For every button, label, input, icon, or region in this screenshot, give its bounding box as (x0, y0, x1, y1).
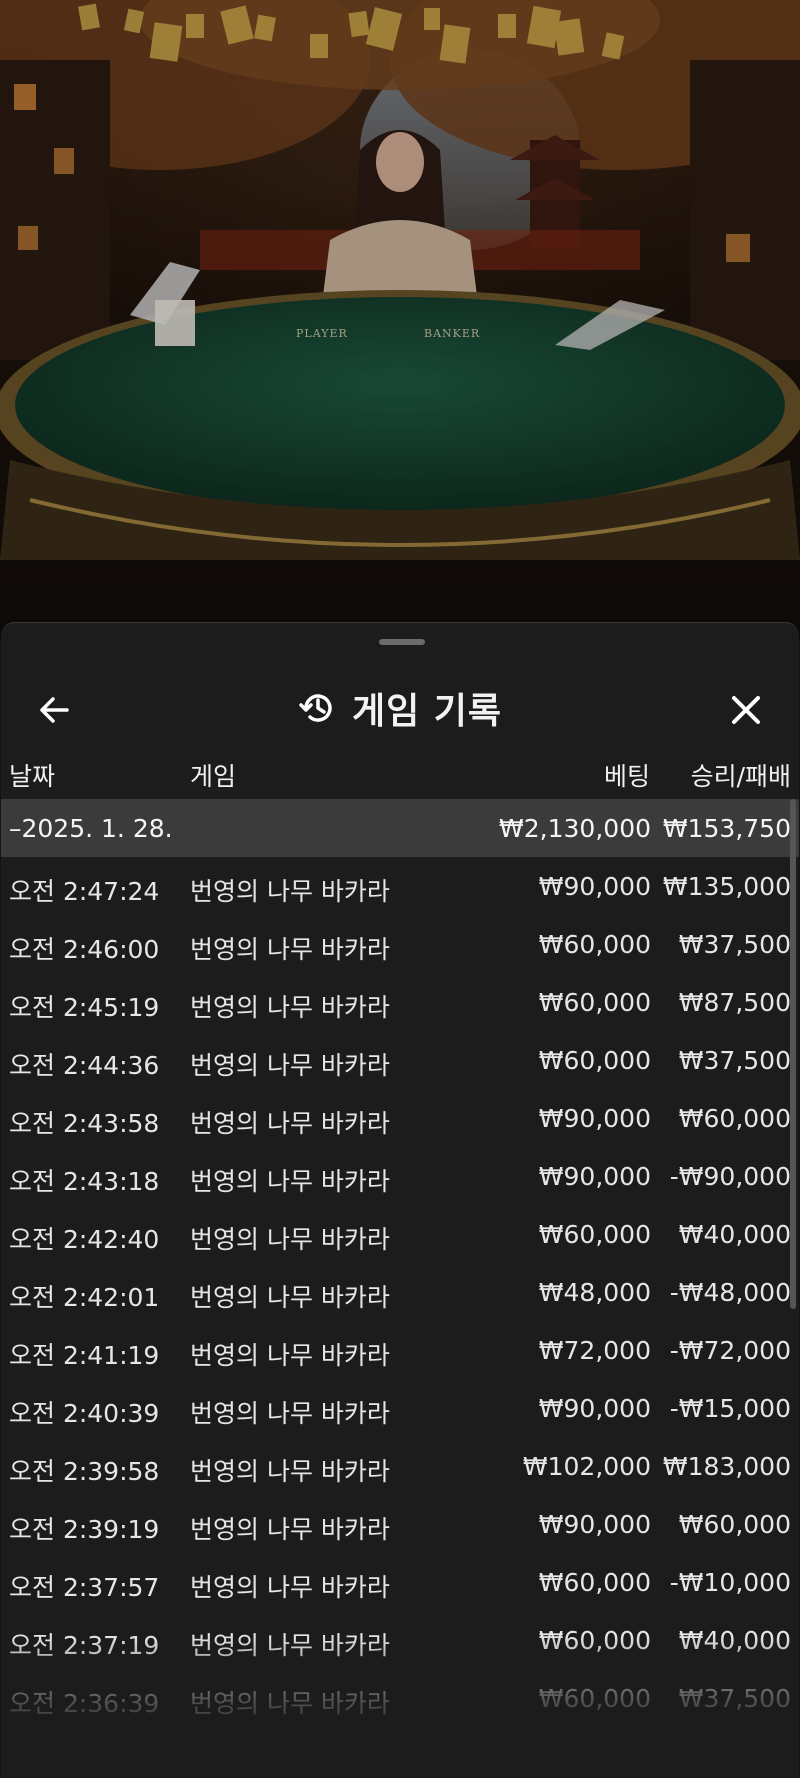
table-row[interactable]: 오전 2:42:01 번영의 나무 바카라 ₩48,000 -₩48,000 (1, 1263, 799, 1321)
row-result: ₩60,000 (678, 1104, 791, 1133)
row-result: ₩60,000 (678, 1510, 791, 1539)
row-bet: ₩48,000 (538, 1278, 651, 1307)
date-summary-row[interactable]: –2025. 1. 28. ₩2,130,000 ₩153,750 (1, 799, 799, 857)
table-row[interactable]: 오전 2:40:39 번영의 나무 바카라 ₩90,000 -₩15,000 (1, 1379, 799, 1437)
row-result: ₩37,500 (678, 1684, 791, 1713)
row-date: 오전 2:47:24 (9, 877, 160, 906)
row-result: -₩48,000 (669, 1278, 791, 1307)
row-game: 번영의 나무 바카라 (190, 1225, 390, 1254)
row-date: 오전 2:40:39 (9, 1399, 160, 1428)
row-result: -₩72,000 (669, 1336, 791, 1365)
row-game: 번영의 나무 바카라 (190, 993, 390, 1022)
row-bet: ₩60,000 (538, 1684, 651, 1713)
scrollbar[interactable] (790, 799, 796, 1309)
row-game: 번영의 나무 바카라 (190, 1283, 390, 1312)
table-row[interactable]: 오전 2:42:40 번영의 나무 바카라 ₩60,000 ₩40,000 (1, 1205, 799, 1263)
sheet-drag-handle[interactable] (379, 639, 425, 645)
row-date: 오전 2:43:18 (9, 1167, 160, 1196)
live-video-stream[interactable]: PLAYER BANKER (0, 0, 800, 640)
summary-bet: ₩2,130,000 (499, 814, 651, 843)
row-bet: ₩90,000 (538, 1104, 651, 1133)
game-history-sheet: 게임 기록 날짜 게임 베팅 승리/패배 –2025. 1. 28. ₩2,13… (1, 622, 799, 1778)
row-date: 오전 2:41:19 (9, 1341, 160, 1370)
row-game: 번영의 나무 바카라 (190, 1515, 390, 1544)
row-date: 오전 2:39:58 (9, 1457, 160, 1486)
row-date: 오전 2:42:40 (9, 1225, 160, 1254)
row-date: 오전 2:44:36 (9, 1051, 160, 1080)
sheet-title: 게임 기록 (351, 691, 502, 732)
row-game: 번영의 나무 바카라 (190, 1457, 390, 1486)
history-list[interactable]: 오전 2:47:24 번영의 나무 바카라 ₩90,000 ₩135,000 오전 2:… (1, 857, 799, 1727)
row-game: 번영의 나무 바카라 (190, 1631, 390, 1660)
row-date: 오전 2:43:58 (9, 1109, 160, 1138)
row-result: ₩40,000 (678, 1220, 791, 1249)
row-game: 번영의 나무 바카라 (190, 1689, 390, 1718)
table-row[interactable]: 오전 2:39:58 번영의 나무 바카라 ₩102,000 ₩183,000 (1, 1437, 799, 1495)
row-bet: ₩90,000 (538, 1162, 651, 1191)
row-result: ₩183,000 (662, 1452, 791, 1481)
table-header: 날짜 게임 베팅 승리/패배 (1, 743, 799, 799)
row-bet: ₩60,000 (538, 1568, 651, 1597)
row-date: 오전 2:37:19 (9, 1631, 160, 1660)
row-result: -₩15,000 (669, 1394, 791, 1423)
close-button[interactable] (721, 685, 771, 735)
row-game: 번영의 나무 바카라 (190, 1341, 390, 1370)
row-bet: ₩60,000 (538, 1046, 651, 1075)
summary-date: –2025. 1. 28. (9, 814, 173, 843)
row-result: ₩135,000 (662, 872, 791, 901)
row-result: -₩10,000 (669, 1568, 791, 1597)
table-row[interactable]: 오전 2:44:36 번영의 나무 바카라 ₩60,000 ₩37,500 (1, 1031, 799, 1089)
close-icon (732, 696, 760, 724)
table-row[interactable]: 오전 2:43:58 번영의 나무 바카라 ₩90,000 ₩60,000 (1, 1089, 799, 1147)
app-screen: PLAYER BANKER 게임 기록 날짜 게임 베팅 승리/패배 –2025… (0, 0, 800, 1778)
row-result: ₩40,000 (678, 1626, 791, 1655)
arrow-left-icon (40, 697, 69, 723)
row-bet: ₩102,000 (522, 1452, 651, 1481)
row-bet: ₩60,000 (538, 1220, 651, 1249)
header-bet[interactable]: 베팅 (604, 757, 650, 793)
row-date: 오전 2:36:39 (9, 1689, 160, 1718)
row-result: ₩87,500 (678, 988, 791, 1017)
row-date: 오전 2:37:57 (9, 1573, 160, 1602)
table-row[interactable]: 오전 2:43:18 번영의 나무 바카라 ₩90,000 -₩90,000 (1, 1147, 799, 1205)
row-bet: ₩90,000 (538, 872, 651, 901)
sheet-header: 게임 기록 (1, 663, 799, 753)
row-bet: ₩90,000 (538, 1394, 651, 1423)
table-row[interactable]: 오전 2:37:19 번영의 나무 바카라 ₩60,000 ₩40,000 (1, 1611, 799, 1669)
row-game: 번영의 나무 바카라 (190, 935, 390, 964)
back-button[interactable] (29, 685, 79, 735)
header-date[interactable]: 날짜 (9, 757, 55, 793)
table-row[interactable]: 오전 2:39:19 번영의 나무 바카라 ₩90,000 ₩60,000 (1, 1495, 799, 1553)
row-game: 번영의 나무 바카라 (190, 1399, 390, 1428)
table-row[interactable]: 오전 2:47:24 번영의 나무 바카라 ₩90,000 ₩135,000 (1, 857, 799, 915)
row-game: 번영의 나무 바카라 (190, 1573, 390, 1602)
row-game: 번영의 나무 바카라 (190, 1109, 390, 1138)
row-date: 오전 2:45:19 (9, 993, 160, 1022)
row-bet: ₩60,000 (538, 988, 651, 1017)
row-date: 오전 2:46:00 (9, 935, 160, 964)
row-result: ₩37,500 (678, 930, 791, 959)
row-bet: ₩60,000 (538, 930, 651, 959)
row-game: 번영의 나무 바카라 (190, 877, 390, 906)
summary-result: ₩153,750 (662, 814, 791, 843)
table-row[interactable]: 오전 2:46:00 번영의 나무 바카라 ₩60,000 ₩37,500 (1, 915, 799, 973)
header-result[interactable]: 승리/패배 (691, 757, 791, 793)
header-game[interactable]: 게임 (190, 757, 236, 793)
row-date: 오전 2:39:19 (9, 1515, 160, 1544)
row-date: 오전 2:42:01 (9, 1283, 160, 1312)
row-result: ₩37,500 (678, 1046, 791, 1075)
row-game: 번영의 나무 바카라 (190, 1051, 390, 1080)
table-row[interactable]: 오전 2:41:19 번영의 나무 바카라 ₩72,000 -₩72,000 (1, 1321, 799, 1379)
history-icon (299, 694, 332, 722)
table-row[interactable]: 오전 2:37:57 번영의 나무 바카라 ₩60,000 -₩10,000 (1, 1553, 799, 1611)
row-bet: ₩90,000 (538, 1510, 651, 1539)
table-row[interactable]: 오전 2:45:19 번영의 나무 바카라 ₩60,000 ₩87,500 (1, 973, 799, 1031)
row-bet: ₩60,000 (538, 1626, 651, 1655)
row-game: 번영의 나무 바카라 (190, 1167, 390, 1196)
table-row[interactable]: 오전 2:36:39 번영의 나무 바카라 ₩60,000 ₩37,500 (1, 1669, 799, 1727)
row-result: -₩90,000 (669, 1162, 791, 1191)
row-bet: ₩72,000 (538, 1336, 651, 1365)
